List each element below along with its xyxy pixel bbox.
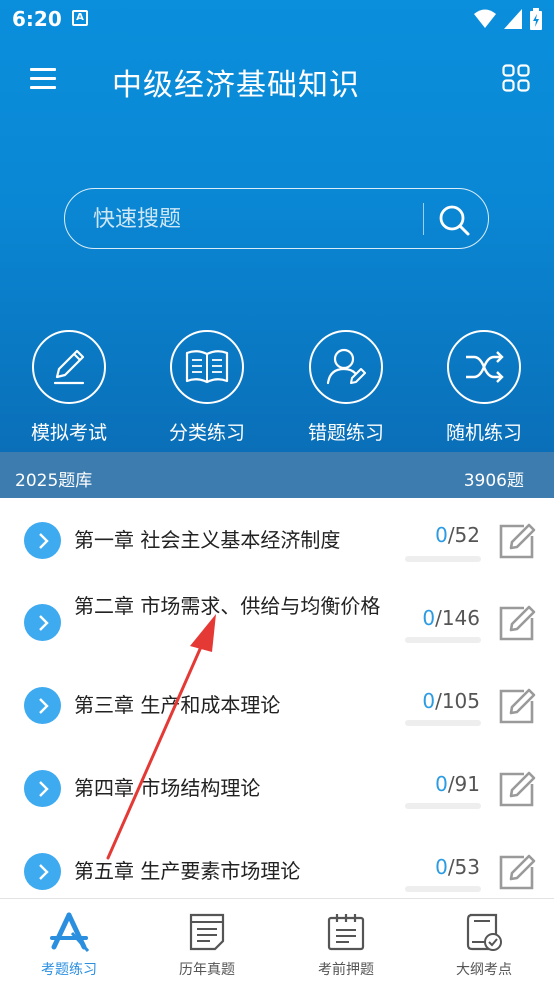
- edit-icon[interactable]: [498, 687, 536, 725]
- chapter-row[interactable]: 第五章 生产要素市场理论 0/53: [0, 831, 554, 898]
- status-bar: 6:20 A: [0, 0, 554, 38]
- tab-label: 考前押题: [318, 962, 374, 978]
- outline-book-icon: [466, 913, 502, 951]
- done-count: 0: [435, 772, 448, 796]
- action-label: 模拟考试: [30, 422, 107, 444]
- search-divider: [423, 203, 424, 235]
- shuffle-icon: [447, 330, 521, 404]
- tab-past-papers[interactable]: 历年真题: [138, 899, 276, 984]
- chevron-right-icon: [24, 853, 61, 890]
- bank-total: 3906题: [463, 471, 524, 491]
- calendar-list-icon: [327, 914, 365, 951]
- search-icon[interactable]: [437, 203, 471, 237]
- action-label: 随机练习: [445, 422, 522, 444]
- chapter-progress: [405, 720, 481, 726]
- book-icon: [170, 330, 244, 404]
- tab-pre-exam[interactable]: 考前押题: [277, 899, 415, 984]
- signal-icon: [504, 9, 522, 29]
- user-edit-icon: [309, 330, 383, 404]
- bank-name: 2025题库: [15, 471, 93, 491]
- chapter-progress: [405, 803, 481, 809]
- chapter-count: 0/52: [435, 523, 480, 547]
- system-icons: [474, 8, 542, 30]
- done-count: 0: [435, 855, 448, 879]
- total-count: /146: [435, 606, 480, 630]
- edit-icon[interactable]: [498, 770, 536, 808]
- tab-syllabus[interactable]: 大纲考点: [415, 899, 553, 984]
- chapter-title: 第三章 生产和成本理论: [74, 693, 281, 717]
- total-count: /53: [447, 855, 480, 879]
- pen-icon: [32, 330, 106, 404]
- chapter-row[interactable]: 第二章 市场需求、供给与均衡价格 0/146: [0, 582, 554, 666]
- chevron-right-icon: [24, 522, 61, 559]
- wifi-icon: [474, 9, 496, 28]
- chapter-count: 0/91: [435, 772, 480, 796]
- chapter-progress: [405, 637, 481, 643]
- battery-icon: [530, 8, 542, 30]
- chevron-right-icon: [24, 687, 61, 724]
- tab-label: 大纲考点: [456, 962, 512, 978]
- action-label: 错题练习: [307, 422, 384, 444]
- total-count: /52: [447, 523, 480, 547]
- chapter-title: 第二章 市场需求、供给与均衡价格: [74, 594, 381, 618]
- notification-icon: A: [72, 10, 88, 26]
- tab-label: 历年真题: [179, 962, 235, 978]
- chapter-progress: [405, 556, 481, 562]
- total-count: /105: [435, 689, 480, 713]
- chapter-count: 0/53: [435, 855, 480, 879]
- tab-exam-practice[interactable]: 考题练习: [0, 899, 138, 984]
- page-title: 中级经济基础知识: [112, 68, 360, 103]
- quick-actions: 模拟考试 分类练习 错题练习 随机练习: [0, 330, 554, 444]
- tab-label: 考题练习: [41, 962, 97, 978]
- chapter-title: 第四章 市场结构理论: [74, 776, 261, 800]
- bottom-tab-bar: 考题练习 历年真题 考前押题 大纲考点: [0, 898, 554, 984]
- chapter-progress: [405, 886, 481, 892]
- done-count: 0: [422, 606, 436, 630]
- chapter-list: 第一章 社会主义基本经济制度 0/52 第二章 市场需求、供给与均衡价格 0/1…: [0, 498, 554, 898]
- edit-icon[interactable]: [498, 522, 536, 560]
- action-label: 分类练习: [168, 422, 245, 444]
- chevron-right-icon: [24, 770, 61, 807]
- done-count: 0: [435, 523, 448, 547]
- exam-practice-icon: [50, 912, 90, 952]
- chapter-row[interactable]: 第四章 市场结构理论 0/91: [0, 748, 554, 832]
- menu-icon[interactable]: [30, 68, 56, 90]
- status-time: 6:20: [12, 7, 62, 31]
- search-box: [64, 188, 489, 249]
- action-wrong-practice[interactable]: 错题练习: [291, 330, 401, 445]
- edit-icon[interactable]: [498, 853, 536, 891]
- grid-icon[interactable]: [502, 64, 530, 92]
- chapter-title: 第五章 生产要素市场理论: [74, 859, 301, 883]
- chapter-row[interactable]: 第三章 生产和成本理论 0/105: [0, 665, 554, 749]
- search-input[interactable]: [93, 203, 413, 235]
- chapter-count: 0/105: [422, 689, 480, 713]
- action-random-practice[interactable]: 随机练习: [429, 330, 539, 445]
- chapter-title: 第一章 社会主义基本经济制度: [74, 528, 341, 552]
- chevron-right-icon: [24, 604, 61, 641]
- action-mock-exam[interactable]: 模拟考试: [14, 330, 124, 445]
- chapter-count: 0/146: [422, 606, 480, 630]
- question-bank-bar[interactable]: 2025题库 3906题: [0, 452, 554, 498]
- total-count: /91: [447, 772, 480, 796]
- action-category-practice[interactable]: 分类练习: [152, 330, 262, 445]
- done-count: 0: [422, 689, 436, 713]
- paper-icon: [189, 913, 225, 951]
- chapter-row[interactable]: 第一章 社会主义基本经济制度 0/52: [0, 498, 554, 582]
- edit-icon[interactable]: [498, 604, 536, 642]
